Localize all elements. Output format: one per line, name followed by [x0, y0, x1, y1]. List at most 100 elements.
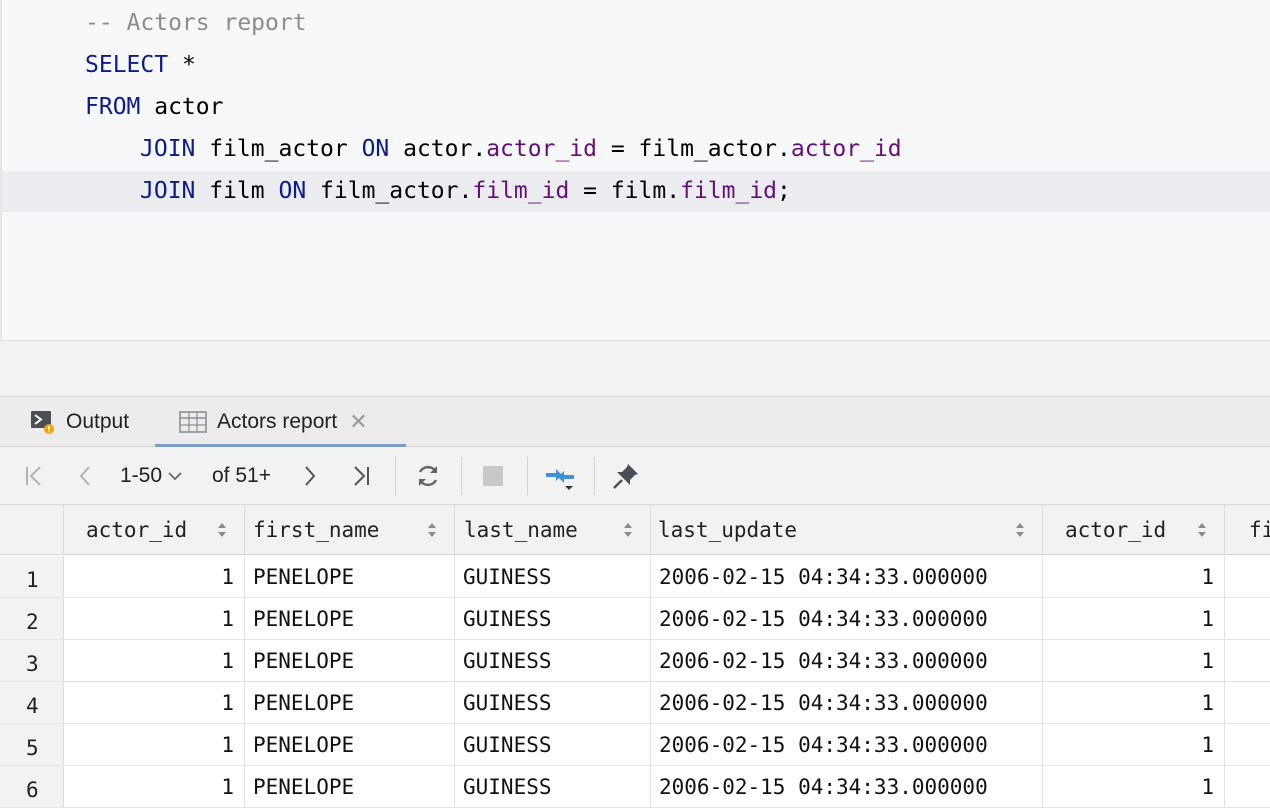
- cell-first-name[interactable]: PENELOPE: [245, 682, 455, 724]
- cell-actor-id[interactable]: 1: [64, 556, 245, 598]
- close-icon[interactable]: ✕: [349, 409, 367, 435]
- panel-splitter[interactable]: [0, 341, 1270, 396]
- sort-icon[interactable]: [623, 522, 633, 538]
- chevron-right-icon: [305, 466, 316, 486]
- cell-actor-id-2[interactable]: 1: [1043, 598, 1225, 640]
- pin-icon: [613, 464, 638, 489]
- previous-page-button[interactable]: [70, 447, 100, 505]
- first-page-button[interactable]: [18, 447, 50, 505]
- cell-actor-id[interactable]: 1: [64, 598, 245, 640]
- cell-first-name[interactable]: PENELOPE: [245, 598, 455, 640]
- tab-label: Actors report: [217, 410, 338, 433]
- cell-film-id[interactable]: [1225, 682, 1270, 724]
- keyword-on: ON: [361, 136, 390, 162]
- cell-film-id[interactable]: [1225, 724, 1270, 766]
- join-left-field: actor_id: [486, 136, 597, 162]
- row-number[interactable]: 4: [0, 682, 64, 724]
- column-header-last-update[interactable]: last_update: [651, 505, 1043, 555]
- page-range: 1-50: [120, 464, 163, 487]
- cell-last-update[interactable]: 2006-02-15 04:34:33.000000: [651, 640, 1043, 682]
- cell-film-id[interactable]: [1225, 766, 1270, 808]
- cell-actor-id[interactable]: 1: [64, 724, 245, 766]
- cell-first-name[interactable]: PENELOPE: [245, 766, 455, 808]
- sort-icon[interactable]: [1197, 522, 1207, 538]
- cell-last-update[interactable]: 2006-02-15 04:34:33.000000: [651, 682, 1043, 724]
- column-header-film-id[interactable]: fi: [1225, 505, 1270, 555]
- cell-last-name[interactable]: GUINESS: [455, 556, 651, 598]
- cell-last-name[interactable]: GUINESS: [455, 724, 651, 766]
- row-number[interactable]: 5: [0, 724, 64, 766]
- cell-actor-id-2[interactable]: 1: [1043, 766, 1225, 808]
- row-number[interactable]: 1: [0, 556, 64, 598]
- cell-last-update[interactable]: 2006-02-15 04:34:33.000000: [651, 766, 1043, 808]
- from-clause: FROM actor: [85, 87, 223, 128]
- cell-last-update[interactable]: 2006-02-15 04:34:33.000000: [651, 724, 1043, 766]
- join-right-table: = film_actor.: [596, 136, 791, 162]
- column-header-label: fi: [1249, 518, 1270, 542]
- column-header-label: last_name: [464, 518, 578, 542]
- refresh-icon: [418, 465, 438, 487]
- code-line-comment[interactable]: -- Actors report: [2, 3, 1270, 44]
- sql-editor[interactable]: -- Actors report SELECT * FROM actor JOI…: [0, 0, 1270, 341]
- cell-last-name[interactable]: GUINESS: [455, 640, 651, 682]
- sort-icon[interactable]: [1015, 522, 1025, 538]
- pin-tab-button[interactable]: [608, 447, 644, 505]
- cell-actor-id[interactable]: 1: [64, 766, 245, 808]
- code-line-from[interactable]: FROM actor: [2, 87, 1270, 128]
- tab-actors-report[interactable]: Actors report ✕: [155, 397, 406, 448]
- first-page-icon: [26, 466, 41, 486]
- sort-icon[interactable]: [217, 522, 227, 538]
- select-columns: *: [168, 52, 196, 78]
- page-range-dropdown[interactable]: 1-50: [120, 447, 198, 505]
- from-table: actor: [140, 94, 224, 120]
- toolbar-separator: [461, 457, 462, 495]
- results-grid: actor_id first_name last_name last_updat…: [0, 505, 1270, 812]
- column-header-actor-id[interactable]: actor_id: [64, 505, 245, 555]
- cell-last-update[interactable]: 2006-02-15 04:34:33.000000: [651, 556, 1043, 598]
- cell-actor-id-2[interactable]: 1: [1043, 724, 1225, 766]
- refresh-button[interactable]: [410, 447, 446, 505]
- row-number[interactable]: 3: [0, 640, 64, 682]
- row-number[interactable]: 6: [0, 766, 64, 808]
- chevron-left-icon: [79, 466, 90, 486]
- column-header-label: actor_id: [86, 518, 188, 542]
- column-header-actor-id-2[interactable]: actor_id: [1043, 505, 1225, 555]
- row-number[interactable]: 2: [0, 598, 64, 640]
- cell-first-name[interactable]: PENELOPE: [245, 556, 455, 598]
- cell-last-name[interactable]: GUINESS: [455, 766, 651, 808]
- cell-actor-id-2[interactable]: 1: [1043, 556, 1225, 598]
- cell-first-name[interactable]: PENELOPE: [245, 640, 455, 682]
- cell-last-update[interactable]: 2006-02-15 04:34:33.000000: [651, 598, 1043, 640]
- page-total: of 51+: [212, 464, 271, 487]
- tab-output[interactable]: Output: [30, 397, 129, 447]
- code-line-select[interactable]: SELECT *: [2, 45, 1270, 86]
- cell-film-id[interactable]: [1225, 556, 1270, 598]
- transaction-mode-button[interactable]: [541, 447, 581, 505]
- cell-film-id[interactable]: [1225, 640, 1270, 682]
- join-table: film: [195, 178, 279, 204]
- cell-actor-id[interactable]: 1: [64, 682, 245, 724]
- column-header-last-name[interactable]: last_name: [455, 505, 651, 555]
- cell-actor-id-2[interactable]: 1: [1043, 682, 1225, 724]
- join-left-field: film_id: [472, 178, 570, 204]
- results-toolbar: 1-50 of 51+: [0, 447, 1270, 505]
- join-right-table: = film.: [569, 178, 681, 204]
- column-header-first-name[interactable]: first_name: [245, 505, 455, 555]
- cell-last-name[interactable]: GUINESS: [455, 598, 651, 640]
- chevron-down-icon: [168, 472, 182, 481]
- cell-last-name[interactable]: GUINESS: [455, 682, 651, 724]
- keyword-join: JOIN: [140, 136, 196, 162]
- cell-first-name[interactable]: PENELOPE: [245, 724, 455, 766]
- keyword-from: FROM: [85, 94, 141, 120]
- cell-actor-id[interactable]: 1: [64, 640, 245, 682]
- stop-button[interactable]: [476, 447, 510, 505]
- last-page-button[interactable]: [345, 447, 377, 505]
- join-right-field: film_id: [680, 178, 778, 204]
- stop-icon: [483, 466, 503, 486]
- cell-film-id[interactable]: [1225, 598, 1270, 640]
- next-page-button[interactable]: [295, 447, 325, 505]
- code-line-join-film-actor[interactable]: JOIN film_actor ON actor.actor_id = film…: [2, 129, 1270, 170]
- sort-icon[interactable]: [427, 522, 437, 538]
- code-line-join-film[interactable]: JOIN film ON film_actor.film_id = film.f…: [2, 171, 1270, 212]
- cell-actor-id-2[interactable]: 1: [1043, 640, 1225, 682]
